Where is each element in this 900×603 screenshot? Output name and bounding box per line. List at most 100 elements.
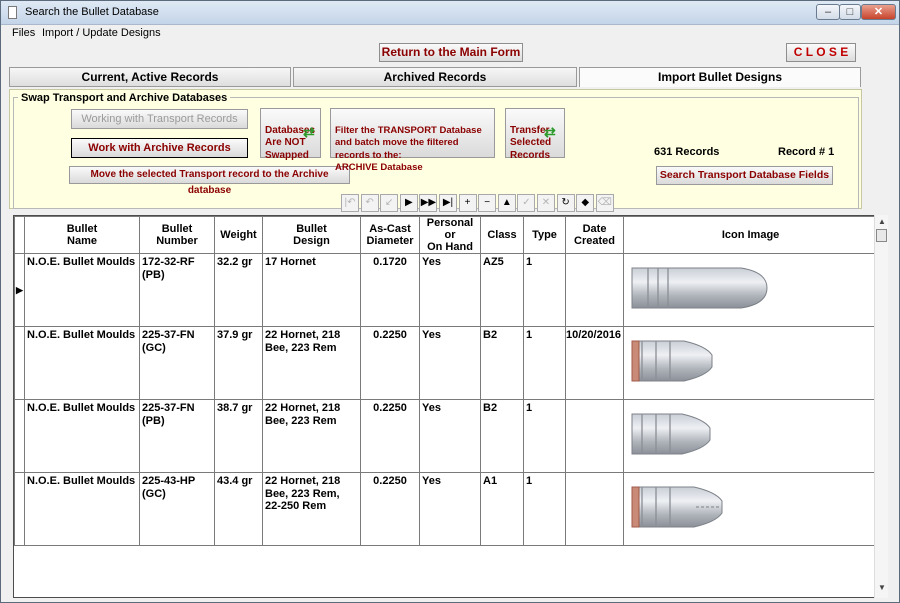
refresh-icon[interactable]: ↻	[556, 194, 575, 212]
close-form-button[interactable]: C L O S E	[786, 43, 856, 62]
col-bullet-number-cell[interactable]: 225-37-FN (PB)	[139, 399, 215, 473]
post-edit-icon[interactable]: ✓	[517, 194, 536, 212]
col-bullet-name-header[interactable]: Bullet Name	[24, 216, 140, 254]
col-bullet-design-cell[interactable]: 22 Hornet, 218 Bee, 223 Rem, 22-250 Rem	[262, 472, 361, 546]
col-weight-cell[interactable]: 38.7 gr	[214, 399, 263, 473]
col-personal-on-hand-cell[interactable]: Yes	[419, 472, 481, 546]
window-close-button[interactable]: ✕	[861, 4, 896, 20]
record-number: Record # 1	[778, 146, 835, 158]
col-as-cast-diameter-cell[interactable]: 0.2250	[360, 472, 420, 546]
last-record-icon[interactable]: ▶|	[439, 194, 457, 212]
bullet-icon-wrapper	[624, 484, 877, 534]
col-bullet-number-header[interactable]: Bullet Number	[139, 216, 215, 254]
icon-image-cell[interactable]	[623, 253, 879, 327]
bullet-icon-image	[631, 486, 723, 528]
col-bullet-design-cell[interactable]: 22 Hornet, 218 Bee, 223 Rem	[262, 399, 361, 473]
col-date-created-cell[interactable]	[564, 472, 625, 546]
working-transport-button[interactable]: Working with Transport Records	[71, 109, 248, 129]
col-bullet-design-cell[interactable]: 22 Hornet, 218 Bee, 223 Rem	[262, 326, 361, 400]
col-as-cast-diameter-cell[interactable]: 0.2250	[360, 326, 420, 400]
col-date-created-cell[interactable]	[564, 253, 625, 327]
col-bullet-name-cell[interactable]: N.O.E. Bullet Moulds	[24, 253, 140, 327]
menu-import-update-designs[interactable]: Import / Update Designs	[42, 27, 161, 39]
minimize-button[interactable]: –	[816, 4, 840, 20]
col-date-created-cell[interactable]	[564, 399, 625, 473]
filter-transport-button[interactable]: Filter the TRANSPORT Database and batch …	[330, 108, 495, 173]
row-selector[interactable]	[14, 399, 25, 473]
icon-image-cell[interactable]	[623, 399, 879, 473]
col-class-cell[interactable]: AZ5	[480, 253, 524, 327]
tab-current-active-records[interactable]: Current, Active Records	[9, 67, 291, 87]
col-bullet-design-cell[interactable]: 17 Hornet	[262, 253, 361, 327]
col-personal-on-hand-cell[interactable]: Yes	[419, 253, 481, 327]
col-bullet-number-cell[interactable]: 225-43-HP (GC)	[139, 472, 215, 546]
bookmark-icon[interactable]: ◆	[576, 194, 595, 212]
bullet-table: Bullet Name Bullet Number Weight Bullet Des…	[14, 216, 879, 546]
col-class-cell[interactable]: B2	[480, 326, 524, 400]
col-class-header[interactable]: Class	[480, 216, 524, 254]
row-selector[interactable]	[14, 472, 25, 546]
col-bullet-name-cell[interactable]: N.O.E. Bullet Moulds	[24, 472, 140, 546]
col-class-cell[interactable]: B2	[480, 399, 524, 473]
col-date-created-cell[interactable]: 10/20/2016	[564, 326, 625, 400]
first-record-icon[interactable]: |↶	[341, 194, 359, 212]
col-type-cell[interactable]: 1	[523, 326, 566, 400]
col-class-cell[interactable]: A1	[480, 472, 524, 546]
add-record-icon[interactable]: +	[458, 194, 477, 212]
bullet-icon-wrapper	[624, 265, 877, 315]
bullet-icon-wrapper	[624, 411, 877, 461]
transfer-selected-button[interactable]: Transfer Selected Records	[505, 108, 565, 161]
col-date-created-header[interactable]: Date Created	[564, 216, 625, 254]
row-selector[interactable]	[14, 326, 25, 400]
move-up-icon[interactable]: ▲	[497, 194, 516, 212]
table-row[interactable]: N.O.E. Bullet Moulds 225-37-FN (GC) 37.9 g…	[14, 326, 879, 400]
col-as-cast-diameter-cell[interactable]: 0.1720	[360, 253, 420, 327]
col-personal-on-hand-header[interactable]: Personal or On Hand	[419, 216, 481, 254]
tab-archived-records[interactable]: Archived Records	[293, 67, 577, 87]
menu-files[interactable]: Files	[12, 27, 35, 39]
icon-image-cell[interactable]	[623, 472, 879, 546]
vertical-scrollbar[interactable]: ▲ ▼	[874, 215, 888, 598]
col-bullet-name-cell[interactable]: N.O.E. Bullet Moulds	[24, 399, 140, 473]
scroll-thumb[interactable]	[876, 229, 887, 242]
move-to-archive-button[interactable]: Move the selected Transport record to th…	[69, 166, 350, 196]
icon-image-cell[interactable]	[623, 326, 879, 400]
previous-record-icon[interactable]: ↙	[380, 194, 399, 212]
col-weight-cell[interactable]: 32.2 gr	[214, 253, 263, 327]
col-as-cast-diameter-cell[interactable]: 0.2250	[360, 399, 420, 473]
col-bullet-name-cell[interactable]: N.O.E. Bullet Moulds	[24, 326, 140, 400]
col-weight-cell[interactable]: 37.9 gr	[214, 326, 263, 400]
delete-record-icon[interactable]: −	[478, 194, 497, 212]
return-main-form-button[interactable]: Return to the Main Form	[379, 43, 523, 62]
cancel-edit-icon[interactable]: ✕	[537, 194, 555, 212]
col-bullet-design-header[interactable]: Bullet Design	[262, 216, 361, 254]
col-weight-header[interactable]: Weight	[214, 216, 263, 254]
scroll-up-icon[interactable]: ▲	[878, 217, 886, 226]
previous-page-icon[interactable]: ↶	[360, 194, 379, 212]
table-row[interactable]: N.O.E. Bullet Moulds 225-43-HP (GC) 43.4 g…	[14, 472, 879, 546]
scroll-down-icon[interactable]: ▼	[878, 583, 886, 592]
table-row[interactable]: N.O.E. Bullet Moulds 225-37-FN (PB) 38.7 g…	[14, 399, 879, 473]
col-personal-on-hand-cell[interactable]: Yes	[419, 326, 481, 400]
undo-icon[interactable]: ⌫	[595, 194, 614, 212]
swap-group-title: Swap Transport and Archive Databases	[18, 92, 231, 104]
col-type-cell[interactable]: 1	[523, 472, 566, 546]
next-record-icon[interactable]: ▶	[399, 194, 418, 212]
maximize-button[interactable]: □	[839, 4, 861, 20]
col-type-cell[interactable]: 1	[523, 253, 566, 327]
col-icon-image-header[interactable]: Icon Image	[623, 216, 879, 254]
next-page-icon[interactable]: ▶▶	[419, 194, 438, 212]
col-bullet-number-cell[interactable]: 225-37-FN (GC)	[139, 326, 215, 400]
col-weight-cell[interactable]: 43.4 gr	[214, 472, 263, 546]
transfer-arrows-icon: ⇄	[544, 124, 556, 140]
table-row[interactable]: ▶ N.O.E. Bullet Moulds 172-32-RF (PB) 32.2 …	[14, 253, 879, 327]
col-bullet-number-cell[interactable]: 172-32-RF (PB)	[139, 253, 215, 327]
work-archive-button[interactable]: Work with Archive Records	[71, 138, 248, 158]
row-selector[interactable]: ▶	[14, 253, 25, 327]
search-transport-fields-button[interactable]: Search Transport Database Fields	[656, 166, 833, 185]
col-type-cell[interactable]: 1	[523, 399, 566, 473]
tab-import-bullet-designs[interactable]: Import Bullet Designs	[579, 67, 861, 87]
col-as-cast-diameter-header[interactable]: As-Cast Diameter	[360, 216, 420, 254]
col-type-header[interactable]: Type	[523, 216, 566, 254]
col-personal-on-hand-cell[interactable]: Yes	[419, 399, 481, 473]
